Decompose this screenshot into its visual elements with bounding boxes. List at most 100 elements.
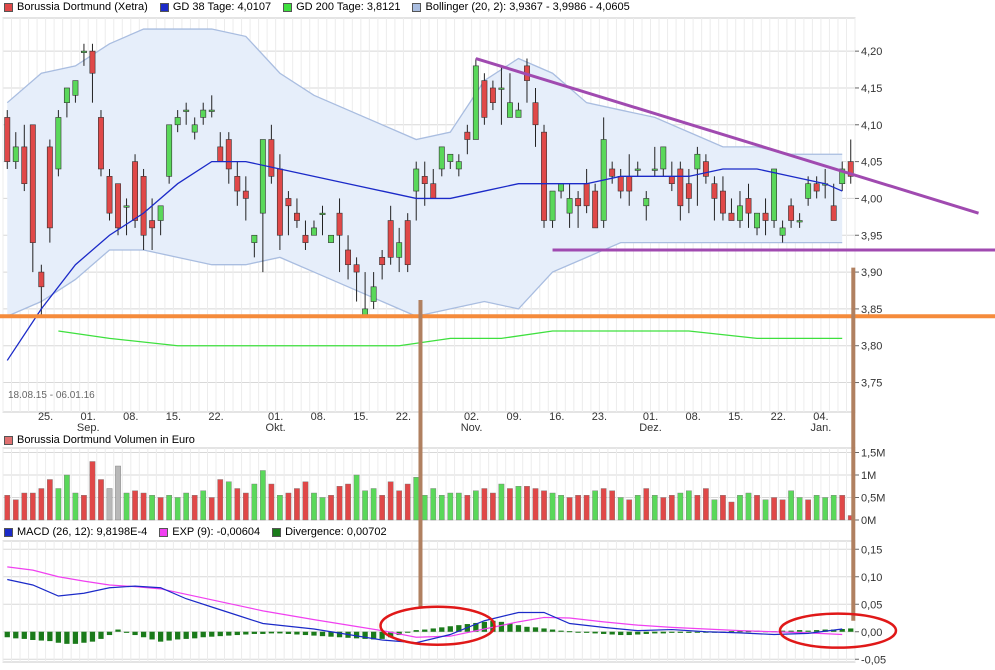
divergence-bar <box>311 631 317 636</box>
candle-down <box>293 212 300 221</box>
candle-up <box>515 109 522 118</box>
volume-bar <box>549 492 556 521</box>
divergence-bar <box>805 630 811 632</box>
legend-label-ma38: GD 38 Tage: 4,0107 <box>172 1 272 13</box>
divergence-bar <box>447 626 453 632</box>
divergence-bar <box>234 631 240 636</box>
candle-down <box>677 168 684 207</box>
candle-down <box>583 183 590 207</box>
divergence-bar <box>217 631 223 637</box>
divergence-bar <box>192 631 198 639</box>
volume-bar <box>507 488 513 521</box>
volume-bar <box>242 492 249 521</box>
candle-down <box>242 190 249 199</box>
volume-y-tick-label: 0,5M <box>861 493 885 505</box>
volume-bar <box>29 492 36 521</box>
divergence-bar <box>796 630 803 632</box>
divergence-bar <box>55 631 62 643</box>
x-tick-label: 15. <box>166 411 181 423</box>
volume-bar <box>737 495 743 521</box>
x-tick-month-label: Jan. <box>811 422 832 434</box>
candle-down <box>21 146 28 185</box>
candle-up <box>200 109 207 118</box>
divergence-bar <box>609 631 615 635</box>
volume-bar <box>660 497 667 521</box>
candle-up <box>259 139 266 214</box>
volume-bar <box>234 488 241 521</box>
divergence-bar <box>277 631 283 634</box>
candle-up <box>447 153 454 162</box>
volume-bar <box>387 481 394 521</box>
candle-up <box>438 146 445 170</box>
candle-up <box>12 146 19 162</box>
volume-bar <box>302 481 309 521</box>
volume-bar <box>277 495 283 521</box>
divergence-bar <box>532 627 539 632</box>
price-swatch <box>4 2 13 12</box>
legend-item-price: Borussia Dortmund (Xetra) <box>4 1 148 13</box>
x-tick-label: 23. <box>592 411 607 423</box>
divergence-bar <box>498 621 505 632</box>
volume-bar <box>123 492 130 521</box>
candle-down <box>132 161 139 221</box>
candle-down <box>728 212 735 221</box>
volume-bar <box>115 465 121 521</box>
divergence-bar <box>541 628 547 632</box>
candle-down <box>149 220 156 229</box>
volume-bar <box>813 495 820 521</box>
candle-down <box>345 249 352 266</box>
candle-down <box>532 102 539 126</box>
volume-bar <box>464 495 471 521</box>
candle-down <box>685 183 692 199</box>
volume-bar <box>149 495 155 521</box>
volume-bar <box>217 479 224 521</box>
candle-up <box>166 124 173 177</box>
volume-bar <box>532 488 539 521</box>
candle-up <box>72 80 79 96</box>
volume-bar <box>779 499 786 521</box>
candle-up <box>123 205 130 208</box>
candle-down <box>276 168 283 236</box>
divergence-bar <box>183 631 189 639</box>
volume-bar <box>64 474 70 521</box>
volume-bar <box>294 488 300 521</box>
volume-bar <box>668 495 675 521</box>
volume-bar <box>396 490 403 521</box>
candle-up <box>472 65 479 140</box>
divergence-bar <box>302 631 309 636</box>
volume-bar <box>609 490 616 521</box>
macd-y-tick-label: 0,15 <box>861 544 882 556</box>
x-tick-label: 25. <box>38 411 53 423</box>
candle-up <box>191 124 198 133</box>
volume-legend: Borussia Dortmund Volumen in Euro <box>0 433 203 447</box>
divergence-bar <box>635 631 641 635</box>
divergence-bar <box>89 631 96 642</box>
x-tick-label: 22. <box>396 411 411 423</box>
candle-down <box>29 124 36 243</box>
divergence-bar <box>166 631 172 641</box>
candle-down <box>4 117 11 162</box>
divergence-bar <box>405 631 411 633</box>
divergence-bar <box>592 631 598 634</box>
divergence-bar <box>243 631 249 635</box>
divergence-bar <box>251 631 257 634</box>
price-y-tick-label: 4,10 <box>861 120 882 132</box>
divergence-bar <box>549 629 556 632</box>
volume-bar <box>345 483 351 521</box>
divergence-bar <box>524 626 530 632</box>
candle-up <box>328 234 334 243</box>
price-y-tick-label: 3,75 <box>861 378 882 390</box>
divergence-bar <box>848 628 854 632</box>
volume-bar <box>711 499 718 521</box>
volume-bar <box>379 495 385 521</box>
candle-up <box>558 183 565 192</box>
divergence-bar <box>200 631 206 638</box>
volume-bar <box>583 495 590 521</box>
volume-bar <box>634 495 641 521</box>
volume-bar <box>353 474 360 521</box>
candle-up <box>796 220 803 223</box>
volume-bar <box>771 497 777 521</box>
volume-y-tick-label: 1,5M <box>861 448 885 460</box>
candle-up <box>319 212 326 215</box>
price-y-tick-label: 4,15 <box>861 83 882 95</box>
